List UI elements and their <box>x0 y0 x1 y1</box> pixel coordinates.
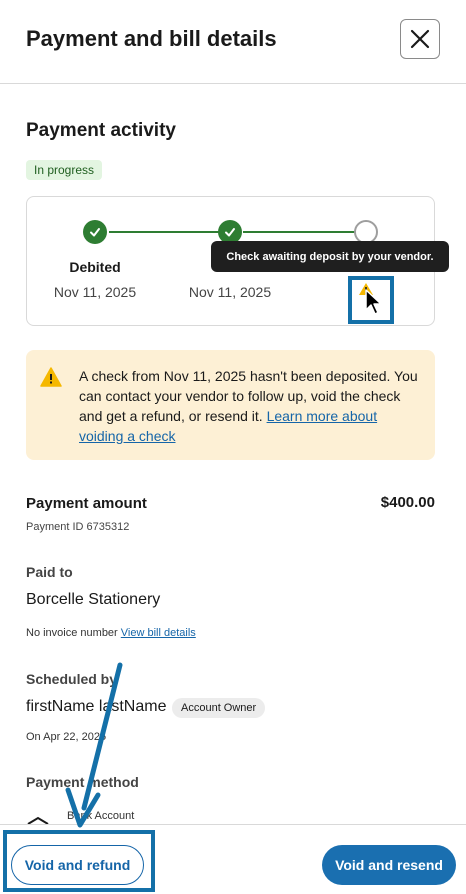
alert-message: A check from Nov 11, 2025 hasn't been de… <box>79 366 419 446</box>
account-owner-badge: Account Owner <box>172 698 266 718</box>
void-and-resend-button[interactable]: Void and resend <box>322 845 456 885</box>
annotation-highlight-warning <box>348 276 394 324</box>
invoice-info: No invoice number View bill details <box>26 627 196 639</box>
step-2-date: Nov 11, 2025 <box>188 284 272 300</box>
view-bill-details-link[interactable]: View bill details <box>121 627 196 639</box>
payment-amount-value: $400.00 <box>380 494 435 511</box>
status-tooltip: Check awaiting deposit by your vendor. <box>211 241 449 272</box>
paid-to-label: Paid to <box>26 564 73 580</box>
step-debited-date: Nov 11, 2025 <box>53 284 137 300</box>
dialog-header: Payment and bill details <box>0 0 466 84</box>
annotation-highlight-void-refund <box>3 830 155 892</box>
undeposited-check-alert: A check from Nov 11, 2025 hasn't been de… <box>26 350 435 460</box>
check-icon <box>225 228 235 237</box>
payment-amount-label: Payment amount <box>26 495 147 512</box>
scheduled-by-label: Scheduled by <box>26 671 118 687</box>
invoice-text: No invoice number <box>26 627 121 639</box>
check-icon <box>90 228 100 237</box>
scheduled-date: On Apr 22, 2025 <box>26 731 107 743</box>
scheduled-by-name: firstName lastName <box>26 698 167 715</box>
payment-activity-title: Payment activity <box>26 120 176 141</box>
step-connector-2 <box>243 231 355 233</box>
close-button[interactable] <box>400 19 440 59</box>
step-debited-dot <box>83 220 107 244</box>
warning-icon <box>40 367 62 387</box>
close-icon <box>410 29 430 49</box>
payment-method-label: Payment method <box>26 774 139 790</box>
dialog-title: Payment and bill details <box>26 26 277 51</box>
payment-id: Payment ID 6735312 <box>26 521 130 533</box>
step-connector-1 <box>109 231 219 233</box>
step-debited-label: Debited <box>69 259 121 275</box>
status-badge: In progress <box>26 160 103 180</box>
paid-to-value: Borcelle Stationery <box>26 591 161 608</box>
bank-account-label: Bank Account <box>67 810 135 822</box>
